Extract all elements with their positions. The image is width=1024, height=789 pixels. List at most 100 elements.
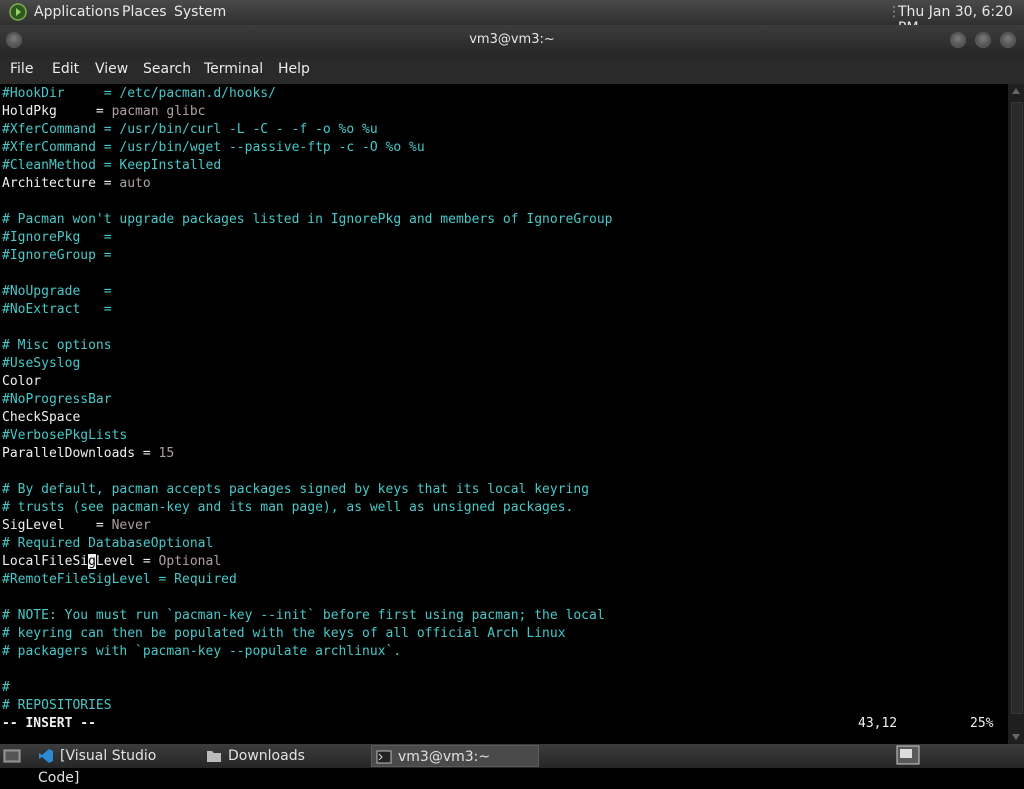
editor-text-segment: #NoUpgrade = bbox=[2, 284, 112, 299]
taskbar-label-vscode: [Visual Studio Code] bbox=[38, 748, 157, 786]
editor-line[interactable]: # Required DatabaseOptional bbox=[2, 535, 213, 553]
editor-line[interactable]: LocalFileSigLevel = Optional bbox=[2, 553, 221, 571]
editor-text-segment: Optional bbox=[158, 554, 222, 569]
vim-mode-indicator: -- INSERT -- bbox=[2, 716, 96, 731]
workspace-switcher-icon[interactable] bbox=[896, 745, 924, 767]
vscode-icon bbox=[39, 749, 53, 763]
editor-text-segment: #XferCommand = /usr/bin/curl -L -C - -f … bbox=[2, 122, 378, 137]
editor-line[interactable]: #IgnoreGroup = bbox=[2, 247, 112, 265]
editor-text-segment: #NoProgressBar bbox=[2, 392, 112, 407]
editor-line[interactable]: # packagers with `pacman-key --populate … bbox=[2, 643, 401, 661]
editor-text-segment: # NOTE: You must run `pacman-key --init`… bbox=[2, 608, 605, 623]
taskbar-label-terminal: vm3@vm3:~ bbox=[398, 749, 491, 765]
editor-line[interactable]: #VerbosePkgLists bbox=[2, 427, 127, 445]
editor-line[interactable]: #NoProgressBar bbox=[2, 391, 112, 409]
menu-view[interactable]: View bbox=[95, 61, 128, 77]
taskbar-item-downloads[interactable]: Downloads bbox=[206, 745, 366, 767]
editor-text-segment: #IgnorePkg = bbox=[2, 230, 112, 245]
editor-text-segment: SigLevel = bbox=[2, 518, 112, 533]
editor-text-segment: Architecture = bbox=[2, 176, 120, 191]
editor-line[interactable]: Architecture = auto bbox=[2, 175, 151, 193]
applications-menu[interactable]: Applications bbox=[34, 4, 120, 20]
top-panel: Applications Places System ⋮ Thu Jan 30,… bbox=[0, 0, 1024, 36]
editor-line[interactable]: # bbox=[2, 679, 10, 697]
editor-text-segment: # By default, pacman accepts packages si… bbox=[2, 482, 589, 497]
editor-line[interactable]: SigLevel = Never bbox=[2, 517, 151, 535]
editor-text-segment: pacman glibc bbox=[111, 104, 206, 119]
editor-line[interactable]: # NOTE: You must run `pacman-key --init`… bbox=[2, 607, 605, 625]
editor-text-segment: CheckSpace bbox=[2, 410, 81, 425]
editor-line[interactable]: # REPOSITORIES bbox=[2, 697, 112, 715]
terminal-scrollbar[interactable] bbox=[1008, 84, 1024, 744]
editor-text-segment: LocalFileSi bbox=[2, 554, 89, 569]
editor-text-segment: Level = bbox=[95, 554, 159, 569]
editor-text-segment: #CleanMethod = KeepInstalled bbox=[2, 158, 222, 173]
terminal-icon bbox=[376, 750, 392, 764]
menu-edit[interactable]: Edit bbox=[52, 61, 79, 77]
menu-file[interactable]: File bbox=[10, 61, 33, 77]
applications-menu-icon[interactable] bbox=[9, 3, 27, 21]
editor-line[interactable]: ParallelDownloads = 15 bbox=[2, 445, 174, 463]
editor-line[interactable]: #NoExtract = bbox=[2, 301, 112, 319]
editor-line[interactable]: #IgnorePkg = bbox=[2, 229, 112, 247]
text-cursor: g bbox=[88, 554, 96, 569]
editor-text-segment: #IgnoreGroup = bbox=[2, 248, 112, 263]
taskbar-item-terminal[interactable]: vm3@vm3:~ bbox=[371, 745, 539, 767]
editor-text-segment: # REPOSITORIES bbox=[2, 698, 112, 713]
editor-text-segment: Color bbox=[2, 374, 42, 389]
editor-line[interactable]: #CleanMethod = KeepInstalled bbox=[2, 157, 221, 175]
minimize-icon[interactable] bbox=[950, 32, 966, 48]
editor-text-segment: # Pacman won't upgrade packages listed i… bbox=[2, 212, 613, 227]
folder-icon bbox=[207, 751, 221, 762]
editor-line[interactable]: #XferCommand = /usr/bin/wget --passive-f… bbox=[2, 139, 425, 157]
show-desktop-icon[interactable] bbox=[3, 745, 23, 767]
editor-line[interactable]: # trusts (see pacman-key and its man pag… bbox=[2, 499, 573, 517]
editor-line[interactable]: CheckSpace bbox=[2, 409, 80, 427]
editor-line[interactable]: # Pacman won't upgrade packages listed i… bbox=[2, 211, 612, 229]
taskbar-label-downloads: Downloads bbox=[228, 748, 305, 764]
maximize-icon[interactable] bbox=[975, 32, 991, 48]
editor-line[interactable]: #XferCommand = /usr/bin/curl -L -C - -f … bbox=[2, 121, 378, 139]
editor-text-segment: # keyring can then be populated with the… bbox=[2, 626, 566, 641]
editor-line[interactable]: # By default, pacman accepts packages si… bbox=[2, 481, 589, 499]
editor-text-segment: # Required DatabaseOptional bbox=[2, 536, 214, 551]
editor-line[interactable]: #RemoteFileSigLevel = Required bbox=[2, 571, 237, 589]
terminal-area[interactable]: #HookDir = /etc/pacman.d/hooks/HoldPkg =… bbox=[0, 84, 1008, 744]
system-menu[interactable]: System bbox=[174, 4, 226, 20]
menu-help[interactable]: Help bbox=[278, 61, 310, 77]
window-title: vm3@vm3:~ bbox=[469, 32, 555, 47]
editor-line[interactable]: # Misc options bbox=[2, 337, 112, 355]
editor-text-segment: auto bbox=[119, 176, 151, 191]
close-icon[interactable] bbox=[1000, 32, 1016, 48]
places-menu[interactable]: Places bbox=[122, 4, 167, 20]
editor-line[interactable]: #HookDir = /etc/pacman.d/hooks/ bbox=[2, 85, 276, 103]
editor-line[interactable]: #UseSyslog bbox=[2, 355, 80, 373]
editor-line[interactable]: HoldPkg = pacman glibc bbox=[2, 103, 206, 121]
scroll-up-icon[interactable] bbox=[1012, 88, 1020, 94]
editor-text-segment: # packagers with `pacman-key --populate … bbox=[2, 644, 402, 659]
taskbar-item-vscode[interactable]: [Visual Studio Code] bbox=[38, 745, 200, 786]
editor-text-segment: # trusts (see pacman-key and its man pag… bbox=[2, 500, 574, 515]
menu-terminal[interactable]: Terminal bbox=[204, 61, 263, 77]
editor-line[interactable]: #NoUpgrade = bbox=[2, 283, 112, 301]
editor-text-segment: #VerbosePkgLists bbox=[2, 428, 128, 443]
menu-search[interactable]: Search bbox=[143, 61, 191, 77]
editor-text-segment: ParallelDownloads = bbox=[2, 446, 159, 461]
editor-line[interactable]: Color bbox=[2, 373, 41, 391]
editor-text-segment: # Misc options bbox=[2, 338, 112, 353]
editor-text-segment: #RemoteFileSigLevel = Required bbox=[2, 572, 237, 587]
editor-text-segment: #NoExtract = bbox=[2, 302, 112, 317]
scroll-down-icon[interactable] bbox=[1012, 734, 1020, 740]
editor-text-segment: #XferCommand = /usr/bin/wget --passive-f… bbox=[2, 140, 425, 155]
bottom-panel: [Visual Studio Code] Downloads vm3@vm3:~ bbox=[0, 744, 1024, 786]
scrollbar-thumb[interactable] bbox=[1011, 102, 1023, 714]
editor-text-segment: #UseSyslog bbox=[2, 356, 81, 371]
editor-text-segment: #HookDir = /etc/pacman.d/hooks/ bbox=[2, 86, 276, 101]
scroll-percent: 25% bbox=[970, 716, 994, 731]
editor-line[interactable]: # keyring can then be populated with the… bbox=[2, 625, 566, 643]
menubar: File Edit View Search Terminal Help bbox=[0, 57, 1024, 84]
editor-text-segment: Never bbox=[111, 518, 151, 533]
window-titlebar[interactable]: vm3@vm3:~ bbox=[0, 25, 1024, 57]
editor-text-segment: 15 bbox=[158, 446, 175, 461]
cursor-position: 43,12 bbox=[858, 716, 898, 731]
